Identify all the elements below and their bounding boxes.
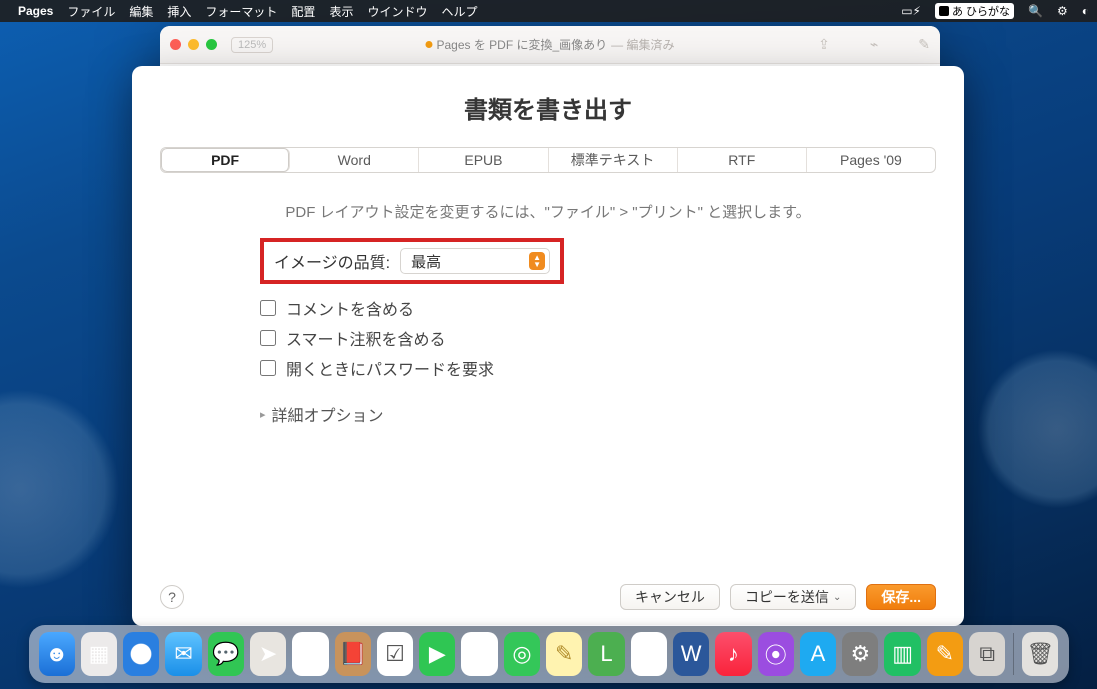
zoom-icon[interactable] [206,39,217,50]
window-controls[interactable] [170,39,217,50]
checkbox[interactable] [260,300,276,316]
dock-findmy[interactable]: ◎ [504,632,540,676]
menu-format[interactable]: フォーマット [205,3,277,20]
dock-photos[interactable]: ✿ [292,632,328,676]
check-label: コメントを含める [286,296,414,320]
menu-window[interactable]: ウインドウ [367,3,427,20]
hint-text: PDF レイアウト設定を変更するには、"ファイル" > "プリント" と選択しま… [160,201,936,222]
checkbox[interactable] [260,330,276,346]
share-icon[interactable]: ⇪ [818,36,830,53]
spotlight-icon[interactable]: 🔍 [1028,4,1043,18]
send-copy-label: コピーを送信 [745,587,829,607]
control-center-icon[interactable]: ⚙︎ [1057,4,1068,18]
dock-pages[interactable]: ✎ [927,632,963,676]
tab-word[interactable]: Word [290,148,419,172]
save-button[interactable]: 保存... [866,584,936,610]
battery-icon[interactable]: ▭⚡︎ [901,4,921,18]
dock-appstore[interactable]: A [800,632,836,676]
dock: ☻ ▦ ✦ ✉︎ 💬 ➤ ✿ 📕 ☑︎ ▶︎ 6 ◎ ✎ L ◉ W ♪ ⦿ A… [29,625,1069,683]
dock-trash[interactable]: 🗑 [1022,632,1058,676]
menu-file[interactable]: ファイル [67,3,115,20]
doc-title-text: Pages を PDF に変換_画像あり [436,36,607,53]
advanced-options-disclosure[interactable]: ▸ 詳細オプション [260,402,936,426]
modified-dot-icon [425,41,432,48]
format-tabs: PDF Word EPUB 標準テキスト RTF Pages '09 [160,147,936,173]
tab-pdf[interactable]: PDF [161,148,290,172]
dock-chrome[interactable]: ◉ [631,632,667,676]
dock-systemprefs[interactable]: ⚙︎ [842,632,878,676]
dock-music[interactable]: ♪ [715,632,751,676]
highlight-annotation: イメージの品質: 最高 ▲▼ [260,238,564,284]
tab-epub[interactable]: EPUB [419,148,548,172]
image-quality-label: イメージの品質: [274,249,390,273]
dock-launchpad[interactable]: ▦ [81,632,117,676]
menu-arrange[interactable]: 配置 [291,3,315,20]
check-label: 開くときにパスワードを要求 [286,356,494,380]
app-menu[interactable]: Pages [18,4,53,18]
dock-podcasts[interactable]: ⦿ [758,632,794,676]
tab-pages09[interactable]: Pages '09 [807,148,935,172]
format-panel-icon[interactable]: ✎ [918,36,930,53]
dock-line[interactable]: L [588,632,624,676]
titlebar: 125% Pages を PDF に変換_画像あり — 編集済み ⇪ ⌁ ✎ [160,26,940,64]
edited-label: — 編集済み [611,36,674,53]
menu-edit[interactable]: 編集 [129,3,153,20]
tab-plaintext[interactable]: 標準テキスト [549,148,678,172]
dock-safari[interactable]: ✦ [123,632,159,676]
menu-help[interactable]: ヘルプ [441,3,477,20]
check-include-smart-annotations[interactable]: スマート注釈を含める [260,326,936,350]
chevron-down-icon: ⌄ [833,592,841,603]
dock-contacts[interactable]: 📕 [335,632,371,676]
minimize-icon[interactable] [188,39,199,50]
dock-finder[interactable]: ☻ [39,632,75,676]
menu-bar: Pages ファイル 編集 挿入 フォーマット 配置 表示 ウインドウ ヘルプ … [0,0,1097,22]
menu-insert[interactable]: 挿入 [167,3,191,20]
dock-maps[interactable]: ➤ [250,632,286,676]
dock-word[interactable]: W [673,632,709,676]
help-button[interactable]: ? [160,585,184,609]
dock-mail[interactable]: ✉︎ [165,632,201,676]
tips-icon[interactable]: ⌁ [870,36,878,53]
chevron-right-icon: ▸ [260,408,266,421]
zoom-select[interactable]: 125% [231,37,273,53]
menu-view[interactable]: 表示 [329,3,353,20]
tab-rtf[interactable]: RTF [678,148,807,172]
cancel-button[interactable]: キャンセル [620,584,720,610]
dock-messages[interactable]: 💬 [208,632,244,676]
check-label: スマート注釈を含める [286,326,446,350]
check-require-password[interactable]: 開くときにパスワードを要求 [260,356,936,380]
dock-separator [1013,633,1014,675]
dock-numbers[interactable]: ▥ [884,632,920,676]
image-quality-select[interactable]: 最高 ▲▼ [400,248,550,274]
dock-calendar[interactable]: 6 [461,632,497,676]
dock-notes[interactable]: ✎ [546,632,582,676]
dock-reminders[interactable]: ☑︎ [377,632,413,676]
close-icon[interactable] [170,39,181,50]
image-quality-value: 最高 [411,251,441,272]
ime-status[interactable]: あ ひらがな [935,3,1014,19]
document-title: Pages を PDF に変換_画像あり — 編集済み [425,36,674,53]
send-copy-button[interactable]: コピーを送信 ⌄ [730,584,856,610]
dock-facetime[interactable]: ▶︎ [419,632,455,676]
check-include-comments[interactable]: コメントを含める [260,296,936,320]
dock-clips[interactable]: ⧉ [969,632,1005,676]
sheet-title: 書類を書き出す [160,90,936,125]
checkbox[interactable] [260,360,276,376]
disclosure-label: 詳細オプション [272,402,384,426]
export-sheet: 書類を書き出す PDF Word EPUB 標準テキスト RTF Pages '… [132,66,964,626]
select-stepper-icon: ▲▼ [529,252,545,270]
siri-icon[interactable]: ◐ [1082,4,1089,18]
